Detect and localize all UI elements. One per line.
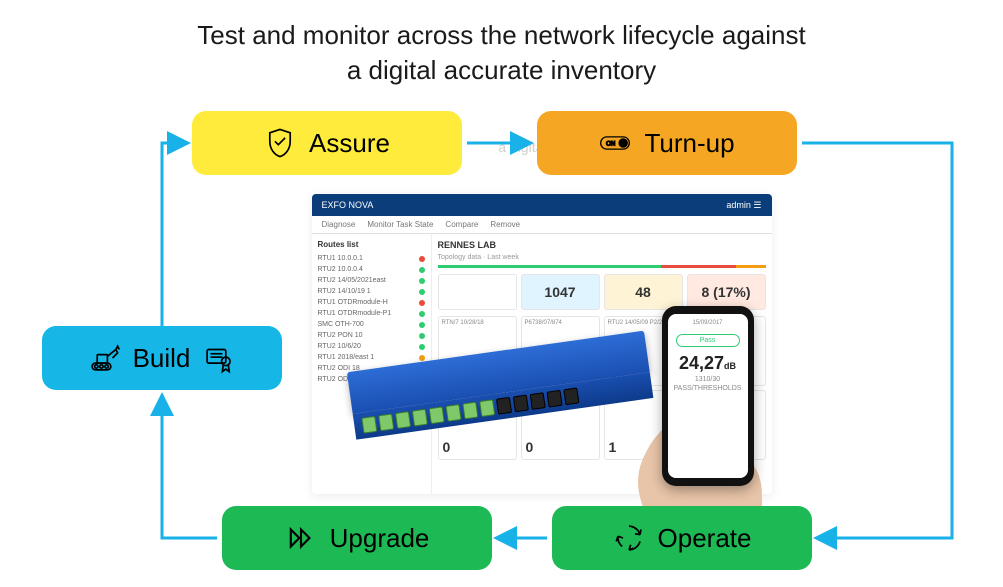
cycle-arrows-icon bbox=[612, 521, 646, 555]
dashboard-list-item: RTU1 OTDRmodule-P1 bbox=[318, 308, 425, 319]
dashboard-list-item: RTU2 14/05/2021east bbox=[318, 275, 425, 286]
title-line-1: Test and monitor across the network life… bbox=[197, 20, 805, 50]
kpi-row: 1047 48 8 (17%) bbox=[438, 274, 766, 310]
phone-sub1: 1310/30 bbox=[695, 376, 720, 383]
stage-operate: Operate bbox=[552, 506, 812, 570]
stage-assure-label: Assure bbox=[309, 128, 390, 159]
kpi-total: 1047 bbox=[521, 274, 600, 310]
dashboard-section-title: RENNES LAB bbox=[438, 240, 766, 250]
stage-build: Build bbox=[42, 326, 282, 390]
svg-text:ON: ON bbox=[607, 141, 616, 148]
dashboard-sublabel: Topology data · Last week bbox=[438, 254, 766, 261]
fast-forward-icon bbox=[284, 521, 318, 555]
dashboard-list-item: RTU1 2018/east 1 bbox=[318, 352, 425, 363]
dashboard-list-item: RTU1 10.0.0.1 bbox=[318, 253, 425, 264]
stage-build-label: Build bbox=[133, 343, 191, 374]
kpi-warn: 8 (17%) bbox=[687, 274, 766, 310]
phone-sub2: PASS/THRESHOLDS bbox=[674, 385, 742, 392]
stage-upgrade-label: Upgrade bbox=[330, 523, 430, 554]
phone-screen: 15/09/2017 Pass 24,27dB 1310/30 PASS/THR… bbox=[668, 314, 748, 478]
stage-turnup: ON Turn-up bbox=[537, 111, 797, 175]
dashboard-brand: EXFO NOVA bbox=[322, 200, 374, 210]
kpi-failed: 48 bbox=[604, 274, 683, 310]
stage-assure: Assure bbox=[192, 111, 462, 175]
stage-upgrade: Upgrade bbox=[222, 506, 492, 570]
dashboard-list-item: RTU1 OTDRmodule-H bbox=[318, 297, 425, 308]
stage-turnup-label: Turn-up bbox=[644, 128, 734, 159]
title-line-2: a digital accurate inventory bbox=[347, 55, 656, 85]
dashboard-list-item: SMC OTH-700 bbox=[318, 319, 425, 330]
shield-check-icon bbox=[263, 126, 297, 160]
certificate-icon bbox=[202, 341, 236, 375]
phone-value: 24,27dB bbox=[679, 353, 736, 374]
lifecycle-diagram: tor acro a digital accurate inventory EX… bbox=[32, 106, 972, 586]
stage-operate-label: Operate bbox=[658, 523, 752, 554]
dashboard-list-item: RTU2 10.0.0.4 bbox=[318, 264, 425, 275]
excavator-icon bbox=[87, 341, 121, 375]
dashboard-header: EXFO NOVA admin ☰ bbox=[312, 194, 772, 216]
toggle-on-icon: ON bbox=[598, 126, 632, 160]
kpi-spacer bbox=[438, 274, 517, 310]
page-title: Test and monitor across the network life… bbox=[0, 0, 1003, 88]
sidebar-header: Routes list bbox=[318, 240, 425, 249]
dashboard-list-item: RTU2 10/6/20 bbox=[318, 341, 425, 352]
dashboard-list-item: RTU2 PON 10 bbox=[318, 330, 425, 341]
phone-date: 15/09/2017 bbox=[672, 320, 744, 326]
smartphone: 15/09/2017 Pass 24,27dB 1310/30 PASS/THR… bbox=[662, 306, 754, 486]
dashboard-list-item: RTU2 14/10/19 1 bbox=[318, 286, 425, 297]
phone-status-pill: Pass bbox=[676, 334, 740, 347]
phone-in-hand-illustration: 15/09/2017 Pass 24,27dB 1310/30 PASS/THR… bbox=[632, 306, 772, 506]
dashboard-tabs: Diagnose Monitor Task State Compare Remo… bbox=[312, 216, 772, 234]
dashboard-user: admin ☰ bbox=[726, 200, 761, 211]
